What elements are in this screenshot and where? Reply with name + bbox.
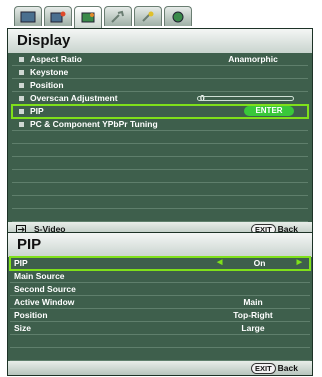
pip-menu-title: PIP [8, 233, 312, 257]
display-menu-title: Display [8, 29, 312, 53]
tab-picture[interactable] [14, 6, 42, 26]
empty-row [12, 209, 308, 222]
pip-menu-items: PIP ◀ On ▶ Main Source Second Source Act… [8, 256, 312, 361]
active-window-value: Main [243, 297, 263, 307]
keystone-icon [12, 69, 30, 75]
tab-picture-advanced[interactable] [44, 6, 72, 26]
menu-item-overscan-adjustment[interactable]: Overscan Adjustment 0 [12, 92, 308, 105]
pip-icon [12, 108, 30, 114]
display-menu-items: Aspect Ratio Anamorphic Keystone Positio… [8, 53, 312, 222]
advanced-settings-icon [142, 11, 154, 22]
empty-row [10, 335, 310, 348]
menu-item-size[interactable]: Size Large [10, 322, 310, 335]
empty-row [10, 348, 310, 361]
aspect-ratio-icon [12, 56, 30, 62]
tab-settings[interactable] [104, 6, 132, 26]
menu-item-pip[interactable]: PIP ENTER [11, 104, 309, 119]
exit-key-icon: EXIT [251, 362, 276, 374]
settings-icon [111, 10, 124, 23]
empty-row [12, 170, 308, 183]
menu-item-position[interactable]: Position [12, 79, 308, 92]
menu-item-pip-toggle[interactable]: PIP ◀ On ▶ [9, 256, 311, 271]
empty-row [12, 196, 308, 209]
tuning-icon [12, 121, 30, 127]
tab-advanced-settings[interactable] [134, 6, 162, 26]
tab-information[interactable] [164, 6, 192, 26]
tab-display[interactable] [74, 6, 102, 28]
empty-row [12, 131, 308, 144]
empty-row [12, 157, 308, 170]
display-menu: Display Aspect Ratio Anamorphic Keystone… [7, 28, 313, 237]
pip-menu: PIP PIP ◀ On ▶ Main Source Second Source… [7, 232, 313, 376]
back-hint[interactable]: EXIT Back [251, 362, 298, 374]
menu-item-active-window[interactable]: Active Window Main [10, 296, 310, 309]
menu-item-second-source[interactable]: Second Source [10, 283, 310, 296]
picture-advanced-icon [50, 11, 66, 22]
pip-enter-button[interactable]: ENTER [244, 106, 294, 116]
arrow-left-icon[interactable]: ◀ [217, 258, 222, 268]
aspect-ratio-value: Anamorphic [228, 54, 278, 64]
arrow-right-icon[interactable]: ▶ [297, 258, 302, 268]
display-icon [81, 12, 95, 22]
pip-menu-footer: EXIT Back [8, 361, 312, 375]
empty-row [12, 183, 308, 196]
overscan-slider[interactable] [197, 96, 294, 101]
menu-tabs [14, 6, 194, 28]
menu-item-pc-component-tuning[interactable]: PC & Component YPbPr Tuning [12, 118, 308, 131]
overscan-icon [12, 95, 30, 101]
information-icon [172, 11, 184, 22]
menu-item-keystone[interactable]: Keystone [12, 66, 308, 79]
menu-item-aspect-ratio[interactable]: Aspect Ratio Anamorphic [12, 53, 308, 66]
size-value: Large [241, 323, 265, 333]
empty-row [12, 144, 308, 157]
position-value: Top-Right [233, 310, 273, 320]
menu-item-main-source[interactable]: Main Source [10, 270, 310, 283]
pip-toggle-value[interactable]: ◀ On ▶ [217, 258, 302, 268]
picture-icon [20, 11, 36, 22]
menu-item-position[interactable]: Position Top-Right [10, 309, 310, 322]
position-icon [12, 82, 30, 88]
